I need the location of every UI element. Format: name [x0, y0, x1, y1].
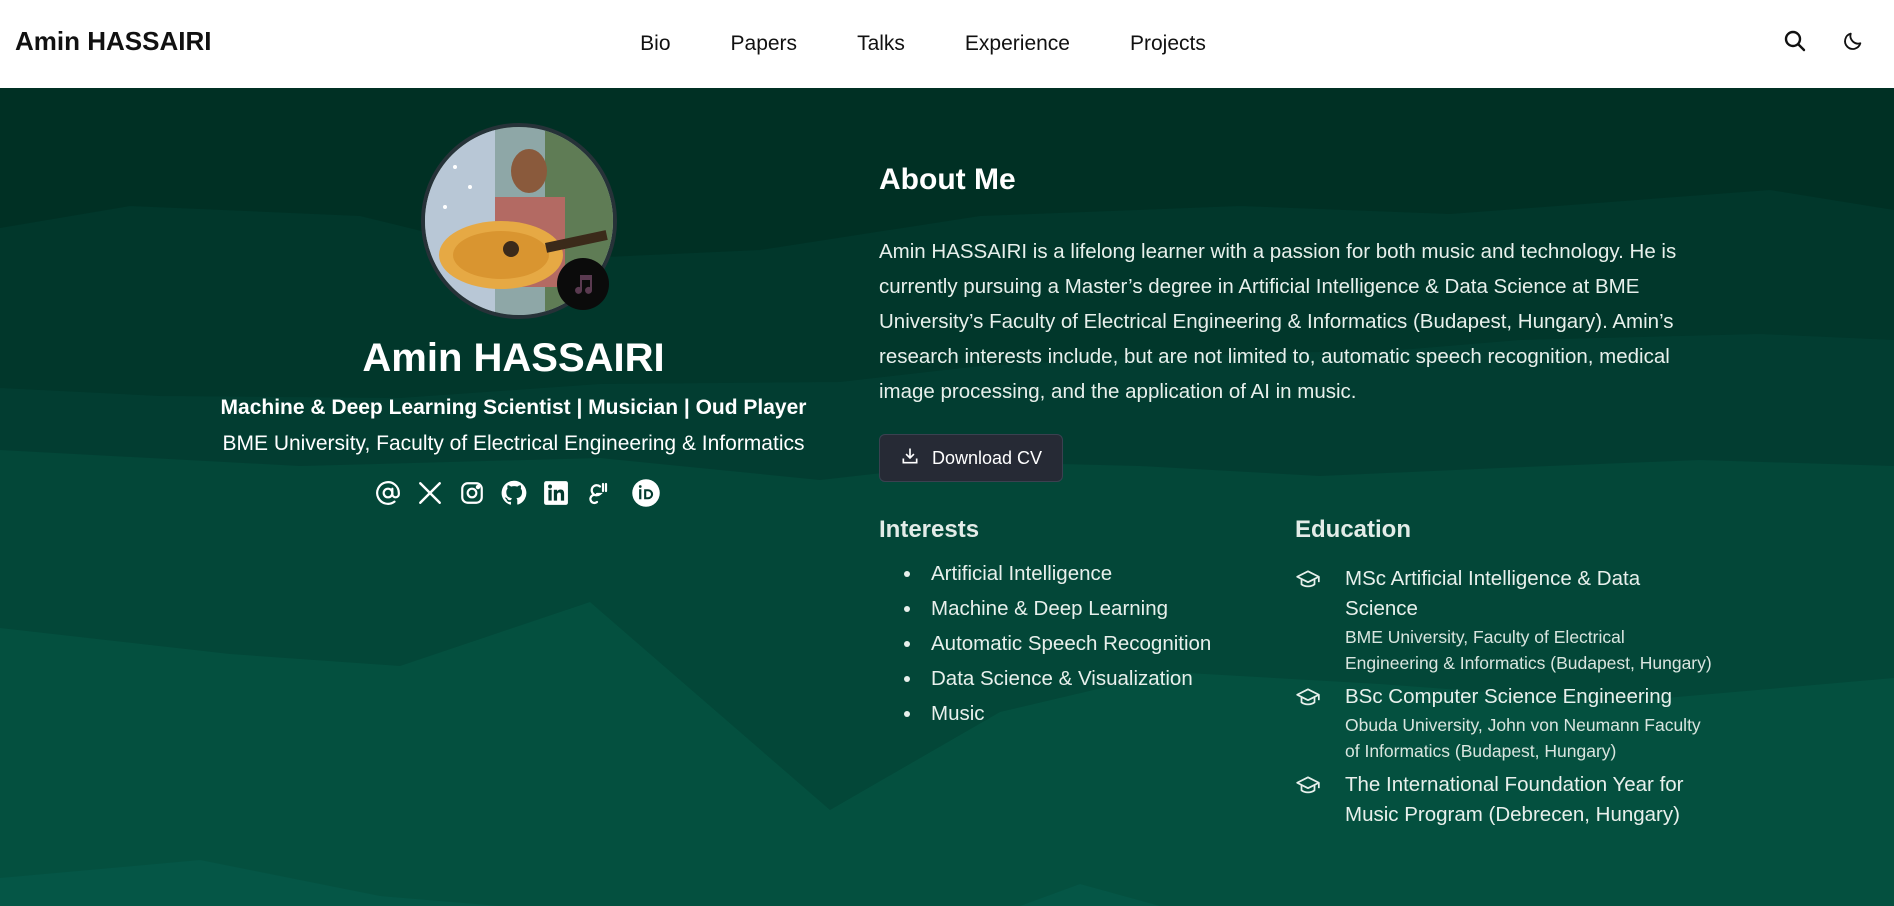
graduation-cap-icon: [1295, 773, 1321, 799]
education-item: BSc Computer Science Engineering Obuda U…: [1295, 682, 1715, 764]
interests-list: Artificial Intelligence Machine & Deep L…: [902, 556, 1211, 731]
nav-link-talks[interactable]: Talks: [827, 32, 935, 56]
about-title: About Me: [879, 163, 1016, 196]
graduation-cap-icon: [1295, 685, 1321, 711]
email-icon[interactable]: [373, 478, 403, 508]
search-icon[interactable]: [1780, 26, 1810, 56]
github-icon[interactable]: [499, 478, 529, 508]
nav-link-experience[interactable]: Experience: [935, 32, 1100, 56]
education-title: Education: [1295, 516, 1412, 543]
moon-icon[interactable]: [1838, 26, 1868, 56]
profile-role: Machine & Deep Learning Scientist | Musi…: [220, 396, 807, 419]
nav-link-projects[interactable]: Projects: [1100, 32, 1236, 56]
x-twitter-icon[interactable]: [415, 478, 445, 508]
education-degree: BSc Computer Science Engineering: [1345, 685, 1673, 708]
list-item: Artificial Intelligence: [902, 556, 1211, 591]
top-navbar: Amin HASSAIRI Bio Papers Talks Experienc…: [0, 0, 1894, 88]
profile-name: Amin HASSAIRI: [362, 336, 665, 380]
google-scholar-icon[interactable]: [583, 478, 613, 508]
interests-title: Interests: [879, 516, 980, 543]
profile-avatar-wrapper: [421, 123, 617, 319]
education-school: BME University, Faculty of Electrical En…: [1345, 627, 1712, 673]
orcid-icon[interactable]: [631, 478, 661, 508]
list-item: Machine & Deep Learning: [902, 591, 1211, 626]
education-degree: The International Foundation Year for Mu…: [1345, 773, 1684, 826]
music-note-icon: [557, 258, 609, 310]
education-school: Obuda University, John von Neumann Facul…: [1345, 715, 1701, 761]
education-item: The International Foundation Year for Mu…: [1295, 770, 1715, 830]
download-icon: [900, 446, 920, 471]
education-item: MSc Artificial Intelligence & Data Scien…: [1295, 564, 1715, 676]
linkedin-icon[interactable]: [541, 478, 571, 508]
nav-link-papers[interactable]: Papers: [701, 32, 828, 56]
instagram-icon[interactable]: [457, 478, 487, 508]
nav-link-bio[interactable]: Bio: [610, 32, 700, 56]
main-nav: Bio Papers Talks Experience Projects: [0, 0, 1894, 88]
education-degree: MSc Artificial Intelligence & Data Scien…: [1345, 567, 1641, 620]
list-item: Music: [902, 696, 1211, 731]
download-cv-button[interactable]: Download CV: [879, 434, 1063, 482]
hero-section: Amin HASSAIRI Machine & Deep Learning Sc…: [0, 88, 1894, 906]
education-list: MSc Artificial Intelligence & Data Scien…: [1295, 564, 1715, 836]
list-item: Data Science & Visualization: [902, 661, 1211, 696]
profile-organization: BME University, Faculty of Electrical En…: [222, 432, 805, 455]
about-text: Amin HASSAIRI is a lifelong learner with…: [879, 240, 1677, 403]
social-links: [373, 478, 661, 508]
list-item: Automatic Speech Recognition: [902, 626, 1211, 661]
download-cv-label: Download CV: [932, 447, 1043, 468]
graduation-cap-icon: [1295, 567, 1321, 593]
